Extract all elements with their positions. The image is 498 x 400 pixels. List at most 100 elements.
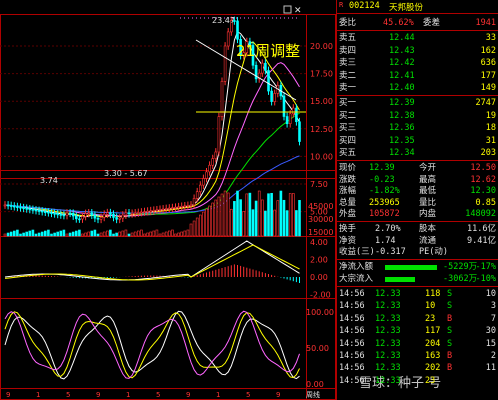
fund-label-2: 流通 xyxy=(419,235,437,246)
tick-time: 14:56 xyxy=(339,313,365,324)
fund-value: 1.74 xyxy=(375,235,396,246)
ask-volume: 149 xyxy=(480,83,496,94)
volume-bar xyxy=(230,208,233,237)
ratio-value: 45.62% xyxy=(383,18,414,28)
tick-direction: S xyxy=(447,326,453,337)
quote-label-2: 量比 xyxy=(419,197,437,208)
candle-body xyxy=(62,214,66,217)
tick-volume: 10 xyxy=(425,301,436,312)
kdj-tick: 100.00 xyxy=(306,308,334,317)
volume-bar xyxy=(137,230,140,237)
volume-bar xyxy=(211,202,214,237)
candle-body xyxy=(78,218,81,221)
stock-name[interactable]: 天邦股份 xyxy=(389,1,423,13)
flow-label: 净流入额 xyxy=(339,262,374,272)
volume-bar xyxy=(223,190,227,237)
candle-body xyxy=(174,206,177,209)
time-tick: 1 xyxy=(216,391,220,399)
volume-bar xyxy=(22,232,25,237)
candle-body xyxy=(236,20,239,40)
bid-label: 买二 xyxy=(339,110,357,121)
tick-row: 14:56 12.33 23 xyxy=(339,375,496,387)
volume-bar xyxy=(233,201,236,237)
bid-row: 买五 12.34 203 xyxy=(339,147,496,159)
candle-body xyxy=(28,208,32,211)
volume-bar xyxy=(226,192,230,237)
bid-price: 12.34 xyxy=(389,148,415,159)
price-tick: 20.00 xyxy=(310,42,333,51)
tick-volume: 23 xyxy=(425,313,436,324)
candle-body xyxy=(13,205,16,208)
fund-label: 换手 xyxy=(339,224,357,234)
volume-bar xyxy=(87,231,90,237)
bid-row: 买二 12.38 19 xyxy=(339,110,496,122)
volume-bar xyxy=(56,231,60,237)
ask-row: 卖一 12.40 149 xyxy=(339,82,496,94)
tick-price: 12.33 xyxy=(375,313,401,324)
tick-direction: S xyxy=(447,301,453,312)
candle-body xyxy=(133,212,137,215)
candle-body xyxy=(127,212,131,215)
candle-body xyxy=(264,62,267,71)
volume-bar xyxy=(177,232,180,237)
dea-line xyxy=(4,244,300,281)
bid-price: 12.39 xyxy=(389,98,415,108)
volume-bar xyxy=(264,210,267,237)
quote-value: 253965 xyxy=(369,197,400,208)
volume-bar xyxy=(220,193,224,237)
volume-bar xyxy=(298,200,301,237)
volume-bar xyxy=(90,230,94,237)
volume-bar xyxy=(19,233,22,237)
flow-amount: -3062万 xyxy=(443,274,478,284)
ask-row: 卖四 12.43 162 xyxy=(339,45,496,57)
tick-direction: S xyxy=(447,289,453,299)
candle-body xyxy=(298,121,301,142)
volume-bar xyxy=(59,230,63,237)
candle-body xyxy=(149,210,152,213)
candle-body xyxy=(3,204,7,207)
bid-volume: 18 xyxy=(485,123,496,134)
candle-body xyxy=(143,211,146,213)
volume-bar xyxy=(130,232,134,237)
flow-pct: -10% xyxy=(475,274,496,284)
volume-bar xyxy=(13,230,16,237)
volume-bar xyxy=(121,230,125,237)
candle-body xyxy=(161,208,165,211)
tick-time: 14:56 xyxy=(339,338,365,349)
volume-bar xyxy=(40,231,44,237)
volume-bar xyxy=(109,229,112,237)
quote-row: 总量 253965 量比 0.85 xyxy=(339,197,496,209)
quote-label: 现价 xyxy=(339,163,357,173)
price-tick: 10.00 xyxy=(310,152,333,161)
quote-label: 涨幅 xyxy=(339,186,357,197)
tick-price: 12.33 xyxy=(375,351,401,361)
volume-tick: 45000 xyxy=(308,202,333,211)
quote-label: 总量 xyxy=(339,197,357,208)
volume-bar xyxy=(43,230,47,237)
volume-bar xyxy=(174,233,177,237)
candle-body xyxy=(177,206,180,209)
volume-bar xyxy=(9,231,13,237)
candle-body xyxy=(260,62,264,74)
volume-bar xyxy=(28,230,32,237)
kdj-lines xyxy=(4,310,300,380)
volume-bar xyxy=(133,231,137,237)
bid-volume: 2747 xyxy=(475,98,496,108)
ma20-line xyxy=(4,62,300,217)
volume-bar xyxy=(276,200,280,237)
tick-count: 30 xyxy=(485,326,496,337)
kline-chart-svg[interactable]: 21周调整 23.47 3.74 3.30 - 5.67 ✕ 20.0017.5… xyxy=(0,0,336,400)
bid-label: 买一 xyxy=(339,98,357,108)
kline-chart-panel[interactable]: 21周调整 23.47 3.74 3.30 - 5.67 ✕ 20.00 17.5… xyxy=(0,0,336,400)
tick-price: 12.33 xyxy=(375,338,401,349)
fund-row: 收益(三) -0.317 PE(动) xyxy=(339,246,496,258)
flow-amount: -5229万 xyxy=(443,262,478,272)
candle-body xyxy=(199,184,202,193)
fund-value: -0.317 xyxy=(375,247,406,258)
volume-bar xyxy=(273,209,277,237)
bid-price: 12.36 xyxy=(389,123,415,134)
volume-bar xyxy=(164,231,168,237)
diff-label: 委差 xyxy=(423,18,441,28)
candle-body xyxy=(22,207,25,210)
candle-body xyxy=(102,213,106,218)
